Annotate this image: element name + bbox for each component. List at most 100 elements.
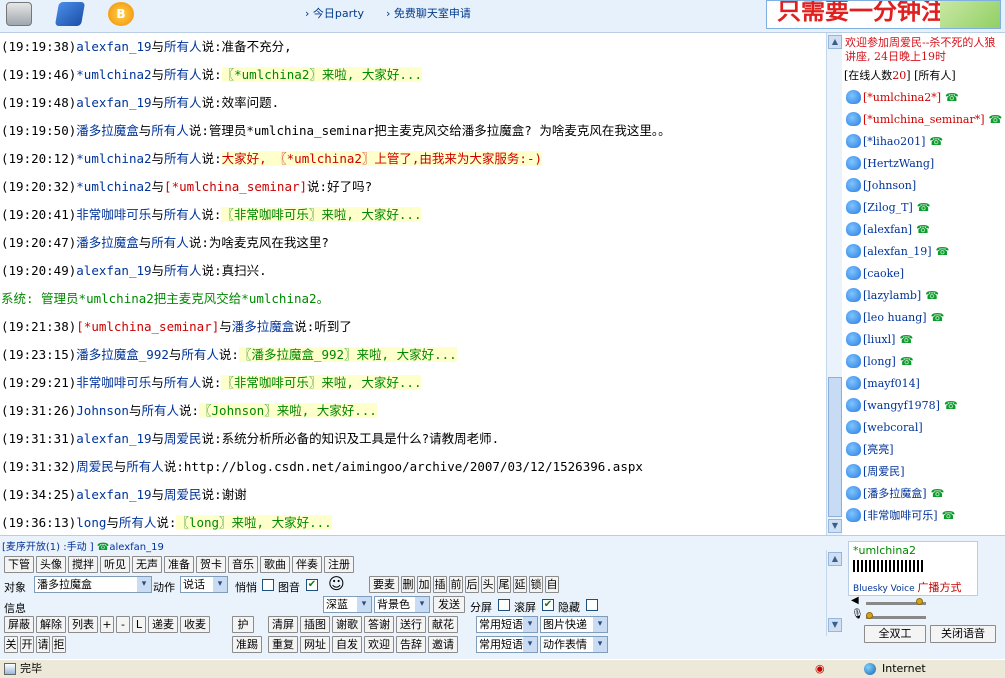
toolbar-button[interactable]: 下管 xyxy=(4,556,34,573)
blog-icon[interactable]: B xyxy=(108,2,134,26)
target-select[interactable]: 潘多拉魔盒 xyxy=(34,576,152,593)
message-sender[interactable]: long xyxy=(76,515,106,530)
message-sender[interactable]: 潘多拉魔盒 xyxy=(76,123,139,138)
message-recipient[interactable]: 所有人 xyxy=(164,39,202,54)
toolbar-button[interactable]: 欢迎 xyxy=(364,636,394,653)
toolbar-button[interactable]: 听见 xyxy=(100,556,130,573)
toolbar-button[interactable]: 注册 xyxy=(324,556,354,573)
toolbar-button[interactable]: 删 xyxy=(401,576,415,593)
bgcolor-select[interactable]: 背景色 xyxy=(374,596,430,613)
message-recipient[interactable]: 所有人 xyxy=(164,67,202,82)
scroll-up-icon[interactable]: ▲ xyxy=(828,35,842,49)
toolbar-button[interactable]: 前 xyxy=(449,576,463,593)
toolbar-button[interactable]: 搅拌 xyxy=(68,556,98,573)
hide-checkbox[interactable] xyxy=(586,599,598,611)
user-list-item[interactable]: [*umlchina2*] ☎ xyxy=(842,86,1005,108)
message-sender[interactable]: alexfan_19 xyxy=(76,431,151,446)
message-sender[interactable]: 非常咖啡可乐 xyxy=(76,375,151,390)
message-recipient[interactable]: 周爱民 xyxy=(164,487,202,502)
toolbar-button[interactable]: - xyxy=(116,616,130,633)
message-sender[interactable]: 周爱民 xyxy=(76,459,114,474)
user-list-item[interactable]: [leo huang] ☎ xyxy=(842,306,1005,328)
toolbar-button[interactable]: 插 xyxy=(433,576,447,593)
user-list-item[interactable]: [Johnson] xyxy=(842,174,1005,196)
toolbar-button[interactable]: 音乐 xyxy=(228,556,258,573)
toolbar-button[interactable]: 尾 xyxy=(497,576,511,593)
user-list-item[interactable]: [*lihao201] ☎ xyxy=(842,130,1005,152)
toolbar-button[interactable]: 送行 xyxy=(396,616,426,633)
user-list-item[interactable]: [HertzWang] xyxy=(842,152,1005,174)
quick-phrase-select-2[interactable]: 常用短语 xyxy=(476,636,538,653)
toolbar-button[interactable]: 请 xyxy=(36,636,50,653)
toolbar-button[interactable]: + xyxy=(100,616,114,633)
toolbar-button[interactable]: 解除 xyxy=(36,616,66,633)
register-banner[interactable]: 只需要一分钟注册 xyxy=(766,0,1001,29)
message-sender[interactable]: 潘多拉魔盒 xyxy=(76,235,139,250)
toolbar-button[interactable]: 网址 xyxy=(300,636,330,653)
message-recipient[interactable]: 所有人 xyxy=(126,459,164,474)
message-sender[interactable]: 非常咖啡可乐 xyxy=(76,207,151,222)
full-duplex-button[interactable]: 全双工 xyxy=(864,625,926,643)
message-recipient[interactable]: 所有人 xyxy=(164,95,202,110)
message-recipient[interactable]: [*umlchina_seminar] xyxy=(164,179,307,194)
toolbar-button[interactable]: 加 xyxy=(417,576,431,593)
toolbar-button[interactable]: 收麦 xyxy=(180,616,210,633)
message-recipient[interactable]: 所有人 xyxy=(119,515,157,530)
mic-slider[interactable] xyxy=(866,612,926,619)
toolbar-button[interactable]: 护 xyxy=(232,616,254,633)
user-list-item[interactable]: [非常咖啡可乐] ☎ xyxy=(842,504,1005,526)
message-sender[interactable]: Johnson xyxy=(76,403,129,418)
toolbar-button[interactable]: 自发 xyxy=(332,636,362,653)
send-button[interactable]: 发送 xyxy=(433,596,465,613)
toolbar-button[interactable]: 清屏 xyxy=(268,616,298,633)
chat-scroll-thumb[interactable] xyxy=(828,377,842,517)
toolbar-button[interactable]: 开 xyxy=(20,636,34,653)
toolbar-button[interactable]: 锁 xyxy=(529,576,543,593)
toolbar-button[interactable]: 头像 xyxy=(36,556,66,573)
input-scroll-up-icon[interactable]: ▲ xyxy=(828,552,842,566)
input-scrollbar[interactable]: ▲ ▼ xyxy=(826,550,842,636)
volume-slider[interactable] xyxy=(866,598,926,605)
user-list-item[interactable]: [alexfan] ☎ xyxy=(842,218,1005,240)
message-sender[interactable]: [*umlchina_seminar] xyxy=(76,319,219,334)
whisper-checkbox[interactable] xyxy=(262,579,274,591)
message-sender[interactable]: *umlchina2 xyxy=(76,179,151,194)
toolbar-button[interactable]: 答谢 xyxy=(364,616,394,633)
action-expr-select[interactable]: 动作表情 xyxy=(540,636,608,653)
message-recipient[interactable]: 所有人 xyxy=(141,403,179,418)
toolbar-button[interactable]: 准踢 xyxy=(232,636,262,653)
toolbar-button[interactable]: 列表 xyxy=(68,616,98,633)
nav-free-room-apply[interactable]: 免费聊天室申请 xyxy=(386,5,471,23)
message-sender[interactable]: *umlchina2 xyxy=(76,67,151,82)
user-list-item[interactable]: [wangyf1978] ☎ xyxy=(842,394,1005,416)
message-recipient[interactable]: 所有人 xyxy=(164,207,202,222)
user-list-item[interactable]: [caoke] xyxy=(842,262,1005,284)
toolbar-button[interactable]: 重复 xyxy=(268,636,298,653)
message-recipient[interactable]: 所有人 xyxy=(164,151,202,166)
user-list-item[interactable]: [long] ☎ xyxy=(842,350,1005,372)
toolbar-button[interactable]: 邀请 xyxy=(428,636,458,653)
toolbar-button[interactable]: 准备 xyxy=(164,556,194,573)
toolbar-button[interactable]: 自 xyxy=(545,576,559,593)
message-recipient[interactable]: 所有人 xyxy=(164,263,202,278)
close-voice-button[interactable]: 关闭语音 xyxy=(930,625,996,643)
toolbar-button[interactable]: 告辞 xyxy=(396,636,426,653)
input-scroll-down-icon[interactable]: ▼ xyxy=(828,618,842,632)
user-list-item[interactable]: [Zilog_T] ☎ xyxy=(842,196,1005,218)
message-sender[interactable]: alexfan_19 xyxy=(76,95,151,110)
toolbar-button[interactable]: 递麦 xyxy=(148,616,178,633)
user-list-item[interactable]: [liuxl] ☎ xyxy=(842,328,1005,350)
user-list-item[interactable]: [alexfan_19] ☎ xyxy=(842,240,1005,262)
book-icon[interactable] xyxy=(54,2,86,26)
toolbar-button[interactable]: 歌曲 xyxy=(260,556,290,573)
smiley-icon[interactable]: ☺ xyxy=(328,574,345,593)
toolbar-button[interactable]: 贺卡 xyxy=(196,556,226,573)
toolbar-button[interactable]: 要麦 xyxy=(369,576,399,593)
toolbar-button[interactable]: 献花 xyxy=(428,616,458,633)
message-sender[interactable]: alexfan_19 xyxy=(76,39,151,54)
toolbar-button[interactable]: 伴奏 xyxy=(292,556,322,573)
quick-phrase-select[interactable]: 常用短语 xyxy=(476,616,538,633)
color-select[interactable]: 深蓝 xyxy=(323,596,372,613)
user-list-item[interactable]: [webcoral] xyxy=(842,416,1005,438)
toolbar-button[interactable]: 无声 xyxy=(132,556,162,573)
